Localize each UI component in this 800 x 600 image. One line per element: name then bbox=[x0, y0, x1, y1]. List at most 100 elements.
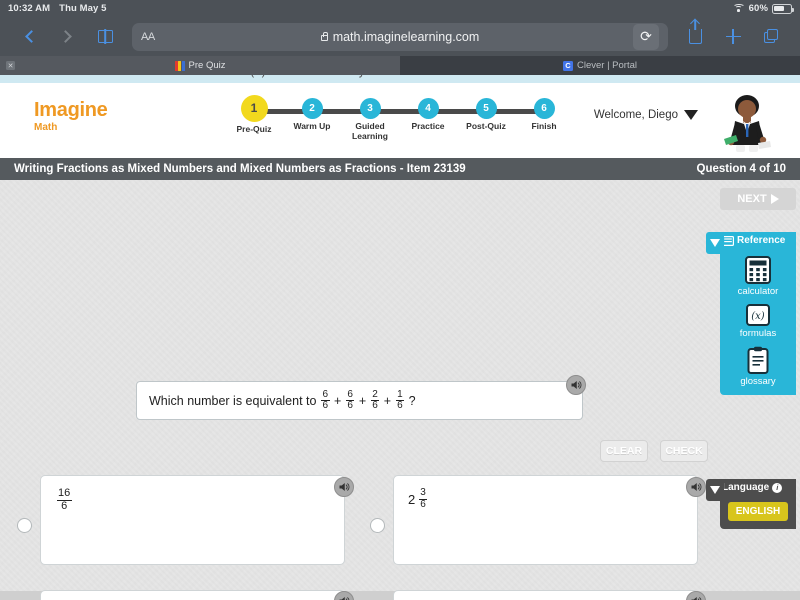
denominator: 6 bbox=[322, 400, 329, 411]
numerator: 3 bbox=[418, 487, 428, 500]
language-panel: Language i ENGLISH bbox=[706, 479, 796, 529]
speaker-icon[interactable] bbox=[334, 477, 354, 497]
question-text: Which number is equivalent to 6 6 + 6 6 … bbox=[149, 389, 416, 412]
step-number: 4 bbox=[417, 98, 439, 119]
ipad-screen: 10:32 AM Thu May 5 60% AA math.imaginele… bbox=[0, 0, 800, 600]
step-number: 6 bbox=[533, 98, 555, 119]
reload-icon[interactable]: ⟳ bbox=[633, 23, 659, 50]
denominator: 6 bbox=[372, 400, 378, 411]
next-label: NEXT bbox=[737, 193, 767, 205]
option-radio-b[interactable] bbox=[370, 518, 385, 533]
fraction-term-4: 1 6 bbox=[395, 389, 405, 412]
question-suffix: ? bbox=[408, 393, 416, 408]
tool-label: formulas bbox=[739, 328, 777, 339]
fraction-term-3: 2 6 bbox=[370, 389, 380, 412]
step-label: Warm Up bbox=[293, 121, 331, 131]
operator: + bbox=[383, 393, 392, 408]
logo-line-2: Math bbox=[34, 122, 58, 133]
step-label: Practice bbox=[411, 121, 445, 131]
step-practice[interactable]: 4 Practice bbox=[400, 98, 456, 132]
option-c[interactable]: 23 6 bbox=[40, 590, 345, 600]
denominator: 6 bbox=[61, 499, 68, 512]
status-right-group: 60% bbox=[732, 3, 794, 14]
step-warm-up[interactable]: 2 Warm Up bbox=[284, 98, 340, 132]
reference-title: Reference bbox=[737, 235, 786, 246]
url-text: math.imaginelearning.com bbox=[332, 29, 480, 44]
language-collapse-button[interactable] bbox=[706, 479, 724, 501]
welcome-text: Welcome, Diego bbox=[593, 109, 678, 121]
step-label: Post-Quiz bbox=[466, 121, 506, 131]
denominator: 6 bbox=[347, 400, 353, 411]
language-select-button[interactable]: ENGLISH bbox=[728, 502, 788, 521]
safari-tab-bar: ✕ Pre Quiz C Clever | Portal bbox=[0, 56, 800, 75]
step-guided-learning[interactable]: 3 Guided Learning bbox=[342, 98, 398, 141]
check-button[interactable]: CHECK bbox=[660, 440, 708, 462]
clipped-page-title: Morse Ms Grade 4 Mathematics 1000 1-2(A)… bbox=[38, 75, 365, 78]
fraction: 3 6 bbox=[418, 487, 428, 510]
mixed-number: 2 3 6 bbox=[408, 487, 429, 510]
tool-formulas[interactable]: (x) formulas bbox=[720, 304, 796, 339]
tab-clever-portal[interactable]: C Clever | Portal bbox=[400, 56, 800, 75]
speaker-icon[interactable] bbox=[566, 375, 586, 395]
close-icon[interactable]: ✕ bbox=[6, 61, 15, 70]
clear-button[interactable]: CLEAR bbox=[600, 440, 648, 462]
wifi-icon bbox=[732, 4, 745, 13]
battery-icon bbox=[772, 3, 794, 14]
option-value-a: 16 6 bbox=[55, 487, 73, 512]
next-button[interactable]: NEXT bbox=[720, 188, 796, 210]
reference-collapse-button[interactable] bbox=[706, 232, 724, 254]
share-button[interactable] bbox=[676, 22, 714, 52]
ios-status-bar: 10:32 AM Thu May 5 60% bbox=[0, 0, 800, 17]
tab-pre-quiz[interactable]: ✕ Pre Quiz bbox=[0, 56, 400, 75]
question-box: Which number is equivalent to 6 6 + 6 6 … bbox=[136, 381, 583, 420]
tool-calculator[interactable]: calculator bbox=[720, 256, 796, 297]
step-number: 3 bbox=[359, 98, 381, 119]
tool-label: glossary bbox=[740, 376, 776, 387]
user-menu[interactable]: Welcome, Diego bbox=[594, 109, 698, 121]
language-panel-header: Language i bbox=[720, 479, 796, 496]
tabs-button[interactable] bbox=[752, 22, 790, 52]
item-title-bar: Writing Fractions as Mixed Numbers and M… bbox=[0, 158, 800, 180]
whole-part: 2 bbox=[408, 491, 416, 507]
option-b[interactable]: 2 3 6 bbox=[393, 475, 698, 565]
tool-glossary[interactable]: glossary bbox=[720, 346, 796, 387]
tabs-icon bbox=[763, 29, 779, 44]
step-number: 1 bbox=[240, 95, 268, 122]
logo-line-1: Imagine bbox=[34, 99, 108, 121]
step-label: Finish bbox=[531, 121, 557, 131]
fraction-term-1: 6 6 bbox=[320, 389, 330, 412]
lock-icon bbox=[320, 31, 328, 41]
progress-stepper: 1 Pre-Quiz 2 Warm Up 3 Guided Learning 4… bbox=[234, 95, 564, 150]
operator: + bbox=[334, 393, 342, 408]
caret-down-icon bbox=[710, 239, 720, 247]
prequiz-favicon bbox=[174, 60, 185, 71]
address-bar[interactable]: AA math.imaginelearning.com ⟳ bbox=[132, 22, 668, 51]
battery-percent-label: 60% bbox=[748, 3, 768, 14]
step-post-quiz[interactable]: 5 Post-Quiz bbox=[458, 98, 514, 132]
step-number: 5 bbox=[475, 98, 497, 119]
option-d[interactable]: 6 2 6 bbox=[393, 590, 698, 600]
denominator: 6 bbox=[397, 400, 403, 411]
bookmarks-button[interactable] bbox=[86, 22, 124, 52]
step-finish[interactable]: 6 Finish bbox=[516, 98, 572, 132]
option-a[interactable]: 16 6 bbox=[40, 475, 345, 565]
option-radio-a[interactable] bbox=[17, 518, 32, 533]
fraction-term-2: 6 6 bbox=[345, 389, 355, 412]
forward-button[interactable] bbox=[48, 22, 86, 52]
clever-favicon: C bbox=[562, 60, 573, 71]
info-icon[interactable]: i bbox=[772, 482, 783, 493]
status-date: Thu May 5 bbox=[59, 3, 107, 14]
imagine-math-logo[interactable]: Imagine Math bbox=[34, 99, 108, 133]
status-time: 10:32 AM bbox=[8, 3, 51, 14]
step-number: 2 bbox=[301, 98, 323, 119]
text-size-button[interactable]: AA bbox=[141, 31, 155, 43]
back-button[interactable] bbox=[10, 22, 48, 52]
formulas-icon: (x) bbox=[746, 304, 770, 326]
speaker-icon[interactable] bbox=[686, 477, 706, 497]
avatar[interactable] bbox=[714, 93, 780, 155]
text-size-label: AA bbox=[141, 30, 155, 43]
question-prompt: Which number is equivalent to bbox=[149, 393, 317, 408]
step-pre-quiz[interactable]: 1 Pre-Quiz bbox=[226, 95, 282, 135]
tab-title: Pre Quiz bbox=[188, 60, 226, 71]
new-tab-button[interactable] bbox=[714, 22, 752, 52]
